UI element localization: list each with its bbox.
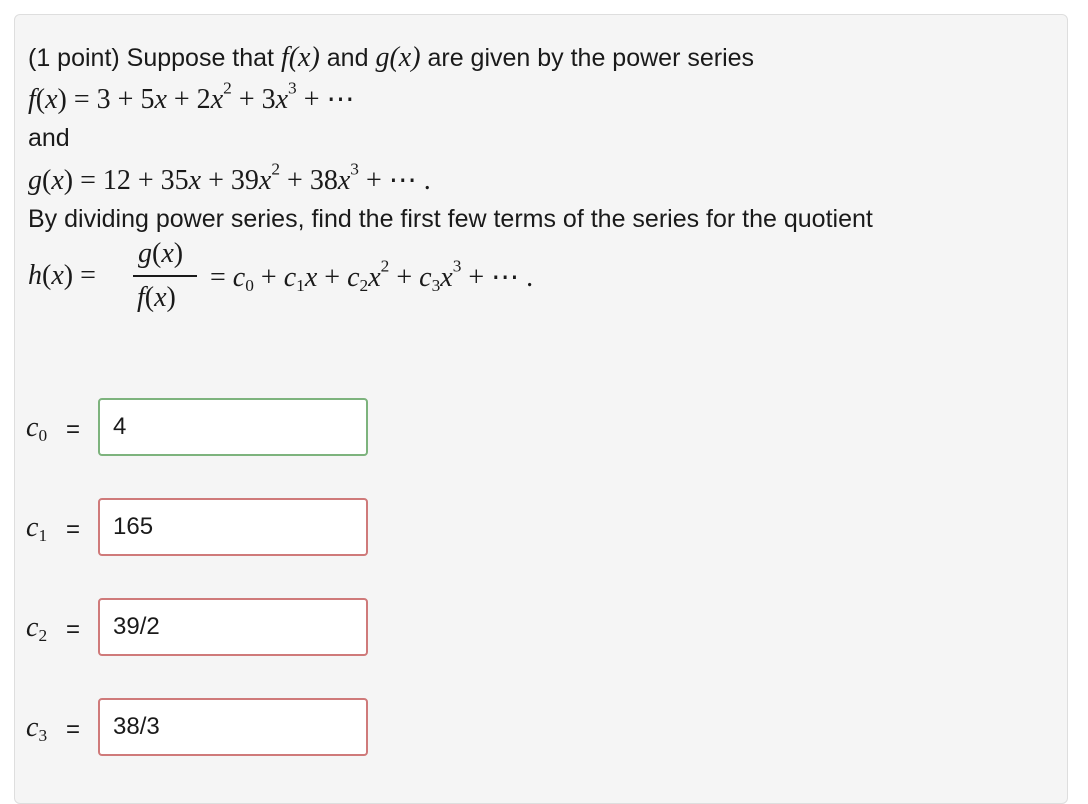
intro-prefix-text: (1 point) Suppose that bbox=[28, 44, 274, 72]
g-series-equation: g(x) = 12 + 35x + 39x2 + 38x3 + ⋯ . bbox=[28, 159, 431, 196]
intro-and-text: and bbox=[326, 44, 369, 72]
problem-intro-line: (1 point) Suppose that f(x) and g(x) are… bbox=[28, 42, 754, 74]
c0-equals: = bbox=[66, 416, 81, 443]
quotient-denominator: f(x) bbox=[137, 282, 176, 313]
c0-label: c0 bbox=[26, 412, 48, 446]
quotient-numerator: g(x) bbox=[138, 238, 184, 269]
c1-label: c1 bbox=[26, 512, 48, 546]
c3-equals: = bbox=[66, 716, 81, 743]
h-of-x-label: h(x) = bbox=[28, 260, 96, 291]
c3-label: c3 bbox=[26, 712, 48, 746]
and-word: and bbox=[28, 124, 70, 152]
c2-label: c2 bbox=[26, 612, 48, 646]
c0-answer-input[interactable] bbox=[98, 398, 368, 456]
g-of-x-inline: g(x) bbox=[375, 42, 421, 73]
f-of-x-inline: f(x) bbox=[280, 42, 320, 73]
c2-answer-input[interactable] bbox=[98, 598, 368, 656]
c1-equals: = bbox=[66, 516, 81, 543]
intro-suffix-text: are given by the power series bbox=[427, 44, 755, 72]
quotient-series-rhs: = c0 + c1x + c2x2 + c3x3 + ⋯ . bbox=[210, 256, 534, 296]
c2-equals: = bbox=[66, 616, 81, 643]
fraction-bar bbox=[133, 275, 197, 277]
dividing-instruction: By dividing power series, find the first… bbox=[28, 205, 873, 233]
f-series-equation: f(x) = 3 + 5x + 2x2 + 3x3 + ⋯ bbox=[28, 78, 355, 115]
c1-answer-input[interactable] bbox=[98, 498, 368, 556]
c3-answer-input[interactable] bbox=[98, 698, 368, 756]
